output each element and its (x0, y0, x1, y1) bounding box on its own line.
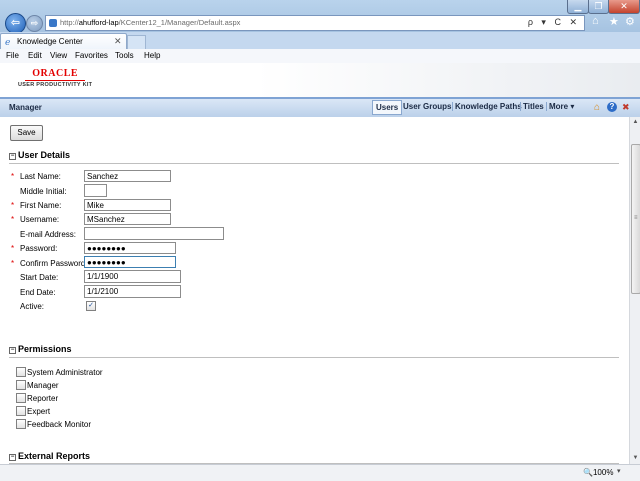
tab-knowledge-paths[interactable]: Knowledge Paths (452, 102, 524, 111)
active-label: Active: (20, 302, 45, 311)
email-label: E-mail Address: (20, 230, 77, 239)
username-label: Username: (20, 215, 60, 224)
required-marker: * (11, 244, 15, 253)
menu-help[interactable]: Help (144, 51, 160, 60)
start-date-label: Start Date: (20, 273, 59, 282)
manager-checkbox[interactable] (16, 380, 26, 390)
email-field[interactable] (84, 227, 224, 240)
browser-tab-row: ℯ Knowledge Center ✕ (0, 32, 640, 50)
first-name-label: First Name: (20, 201, 62, 210)
address-tools[interactable]: ρ ▾ C ✕ (528, 17, 580, 28)
back-button[interactable]: ⇦ (5, 13, 26, 34)
manager-nav: Manager Users User Groups Knowledge Path… (0, 97, 640, 119)
confirm-password-field[interactable]: ●●●●●●●● (84, 256, 176, 268)
collapse-icon[interactable]: − (9, 347, 16, 354)
save-button[interactable]: Save (10, 125, 43, 141)
logout-icon[interactable]: ✖ (622, 102, 630, 113)
help-icon[interactable]: ? (607, 102, 617, 112)
menu-view[interactable]: View (50, 51, 67, 60)
minimize-button[interactable]: ▁ (567, 0, 589, 14)
address-bar[interactable]: http://ahufford-lap/KCenter12_1/Manager/… (45, 15, 585, 31)
address-url[interactable]: http://ahufford-lap/KCenter12_1/Manager/… (60, 18, 240, 27)
active-checkbox[interactable]: ✓ (86, 301, 96, 311)
tab-users[interactable]: Users (372, 100, 403, 115)
middle-initial-label: Middle Initial: (20, 187, 67, 196)
zoom-level[interactable]: 🔍100% (583, 468, 613, 477)
close-window-button[interactable]: ✕ (608, 0, 640, 14)
oracle-upk-logo: ORACLE USER PRODUCTIVITY KIT (18, 68, 93, 89)
main-content: Save − User Details * Last Name: Sanchez … (0, 117, 629, 464)
maximize-button[interactable]: ❐ (588, 0, 609, 14)
tab-more[interactable]: More ▾ (546, 102, 576, 111)
password-label: Password: (20, 244, 58, 253)
first-name-field[interactable]: Mike (84, 199, 171, 211)
scroll-thumb[interactable]: ≡ (631, 144, 640, 294)
external-reports-heading[interactable]: − External Reports (9, 451, 90, 461)
last-name-field[interactable]: Sanchez (84, 170, 171, 182)
collapse-icon[interactable]: − (9, 454, 16, 461)
required-marker: * (11, 172, 15, 181)
tab-title: Knowledge Center (17, 37, 83, 46)
back-arrow-icon: ⇦ (10, 17, 21, 29)
tab-titles[interactable]: Titles (520, 102, 546, 111)
browser-tab[interactable]: ℯ Knowledge Center ✕ (0, 33, 127, 50)
tab-close-icon[interactable]: ✕ (114, 36, 122, 47)
menu-tools[interactable]: Tools (115, 51, 134, 60)
reporter-label: Reporter (27, 394, 59, 403)
home-icon[interactable]: ⌂ (594, 102, 600, 113)
expert-checkbox[interactable] (16, 406, 26, 416)
app-banner: ORACLE USER PRODUCTIVITY KIT (0, 63, 640, 97)
end-date-label: End Date: (20, 288, 56, 297)
page-title: Manager (9, 103, 42, 112)
manager-label: Manager (27, 381, 59, 390)
menu-file[interactable]: File (6, 51, 19, 60)
new-tab-button[interactable] (127, 35, 146, 49)
forward-arrow-icon: ⇨ (30, 18, 39, 28)
favorites-star-icon[interactable]: ★ (609, 15, 619, 28)
system-administrator-checkbox[interactable] (16, 367, 26, 377)
page-favicon-icon (49, 19, 57, 27)
confirm-password-label: Confirm Password: (20, 259, 88, 268)
required-marker: * (11, 215, 15, 224)
menu-bar: File Edit View Favorites Tools Help (0, 49, 640, 64)
middle-initial-field[interactable] (84, 184, 107, 197)
collapse-icon[interactable]: − (9, 153, 16, 160)
system-administrator-label: System Administrator (27, 368, 103, 377)
username-field[interactable]: MSanchez (84, 213, 171, 225)
zoom-dropdown-icon[interactable]: ▾ (617, 467, 621, 475)
menu-edit[interactable]: Edit (28, 51, 42, 60)
status-bar: 🔍100% ▾ (0, 464, 640, 481)
reporter-checkbox[interactable] (16, 393, 26, 403)
menu-favorites[interactable]: Favorites (75, 51, 108, 60)
user-details-heading[interactable]: − User Details (9, 150, 70, 160)
last-name-label: Last Name: (20, 172, 61, 181)
feedback-monitor-label: Feedback Monitor (27, 420, 92, 429)
forward-button[interactable]: ⇨ (26, 15, 43, 32)
scroll-up-arrow-icon[interactable]: ▲ (630, 117, 640, 128)
start-date-field[interactable]: 1/1/1900 (84, 270, 181, 283)
browser-titlebar: ▁ ❐ ✕ ⇦ ⇨ http://ahufford-lap/KCenter12_… (0, 0, 640, 34)
tools-gear-icon[interactable]: ⚙ (625, 15, 635, 28)
browser-home-icon[interactable]: ⌂ (592, 15, 599, 27)
scroll-down-arrow-icon[interactable]: ▼ (630, 453, 640, 464)
end-date-field[interactable]: 1/1/2100 (84, 285, 181, 298)
permissions-heading[interactable]: − Permissions (9, 344, 72, 354)
ie-tab-icon: ℯ (5, 37, 11, 47)
vertical-scrollbar[interactable]: ▲ ≡ ▼ (629, 117, 640, 464)
feedback-monitor-checkbox[interactable] (16, 419, 26, 429)
expert-label: Expert (27, 407, 51, 416)
divider (9, 163, 619, 164)
password-field[interactable]: ●●●●●●●● (84, 242, 176, 254)
divider (9, 357, 619, 358)
required-marker: * (11, 201, 15, 210)
tab-user-groups[interactable]: User Groups (401, 102, 453, 111)
required-marker: * (11, 259, 15, 268)
